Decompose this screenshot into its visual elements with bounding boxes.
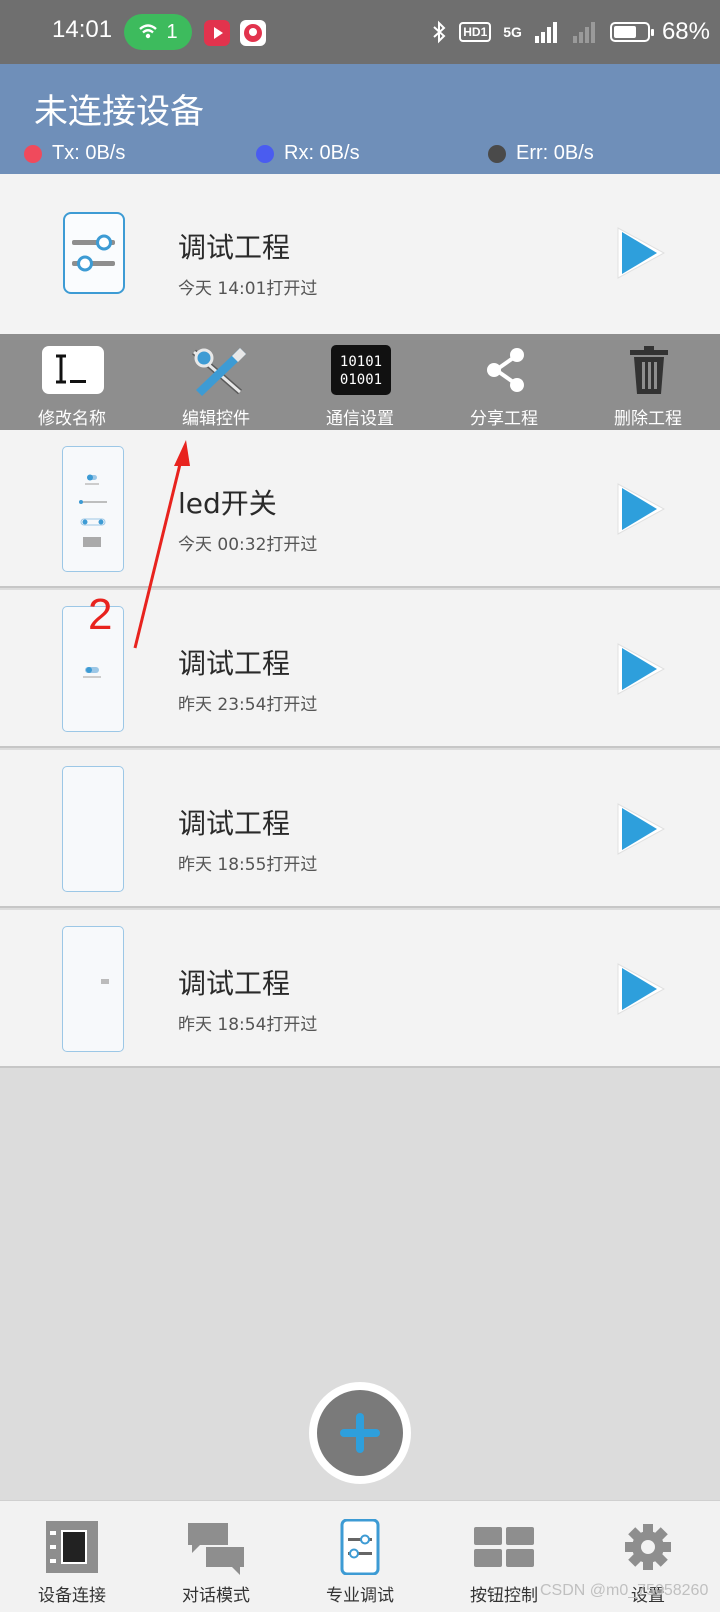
connection-status-title: 未连接设备 — [34, 92, 204, 132]
wifi-hotspot-icon — [139, 24, 158, 39]
trash-icon — [630, 346, 668, 394]
project-row[interactable]: 调试工程 昨天 18:54打开过 — [0, 910, 720, 1068]
nav-device-connect[interactable]: 设备连接 — [0, 1501, 144, 1612]
share-button[interactable]: 分享工程 — [432, 334, 576, 430]
project-name: 调试工程 — [178, 231, 291, 264]
rename-button[interactable]: 修改名称 — [0, 334, 144, 430]
err-stat: Err: 0B/s — [488, 142, 594, 165]
project-opened-time: 昨天 23:54打开过 — [178, 695, 318, 715]
battery-percent: 68% — [661, 18, 710, 45]
bluetooth-icon — [433, 20, 446, 44]
share-label: 分享工程 — [470, 409, 538, 429]
play-icon[interactable] — [612, 960, 668, 1018]
project-action-bar: 修改名称 编辑控件 10101 01001 通信设置 分享工程 删除工程 — [0, 334, 720, 430]
delete-label: 删除工程 — [614, 409, 682, 429]
project-opened-time: 今天 00:32打开过 — [178, 535, 318, 555]
play-icon[interactable] — [612, 800, 668, 858]
gear-icon — [625, 1524, 671, 1570]
nav-chat-mode-label: 对话模式 — [182, 1586, 250, 1606]
play-icon[interactable] — [612, 480, 668, 538]
tx-dot-icon — [24, 144, 42, 163]
add-project-button[interactable] — [309, 1382, 411, 1484]
status-time: 14:01 — [52, 16, 113, 43]
video-app-icon — [204, 20, 230, 46]
hotspot-pill[interactable]: 1 — [124, 14, 192, 50]
rx-stat: Rx: 0B/s — [256, 142, 360, 165]
device-chip-icon — [46, 1521, 98, 1573]
chat-bubbles-icon — [188, 1523, 244, 1575]
edit-controls-label: 编辑控件 — [182, 409, 250, 429]
watermark: CSDN @m0_75058260 — [540, 1582, 709, 1599]
project-opened-time: 昨天 18:55打开过 — [178, 855, 318, 875]
rename-label: 修改名称 — [38, 409, 106, 429]
binary-line-1: 10101 — [340, 354, 382, 370]
project-name: 调试工程 — [178, 967, 291, 1000]
project-opened-time: 今天 14:01打开过 — [178, 279, 318, 299]
hd-badge: HD1 — [459, 22, 492, 42]
play-icon[interactable] — [612, 224, 668, 282]
project-name: led开关 — [178, 487, 277, 520]
project-opened-time: 昨天 18:54打开过 — [178, 1015, 318, 1035]
nav-pro-debug-label: 专业调试 — [326, 1586, 394, 1606]
signal-icon — [534, 22, 557, 43]
text-cursor-icon — [42, 346, 104, 394]
project-thumbnail — [62, 766, 124, 892]
comm-settings-button[interactable]: 10101 01001 通信设置 — [288, 334, 432, 430]
binary-line-2: 01001 — [340, 372, 382, 388]
network-type: 5G — [503, 24, 522, 40]
play-icon[interactable] — [612, 640, 668, 698]
chat-app-icon — [240, 20, 266, 46]
project-thumbnail — [62, 926, 124, 1052]
slider-settings-icon — [340, 1519, 380, 1575]
project-row[interactable]: 调试工程 昨天 18:55打开过 — [0, 750, 720, 908]
nav-device-connect-label: 设备连接 — [38, 1586, 106, 1606]
tx-label: Tx: 0B/s — [52, 142, 126, 164]
delete-button[interactable]: 删除工程 — [576, 334, 720, 430]
project-row[interactable]: led开关 今天 00:32打开过 — [0, 430, 720, 588]
battery-icon — [609, 22, 654, 42]
status-bar: 14:01 1 HD1 5G 68% — [0, 0, 720, 64]
project-name: 调试工程 — [178, 647, 291, 680]
rx-dot-icon — [256, 144, 274, 163]
hotspot-count: 1 — [166, 20, 178, 43]
button-grid-icon — [474, 1527, 534, 1567]
slider-settings-icon — [63, 212, 125, 294]
comm-settings-label: 通信设置 — [326, 409, 394, 429]
annotation-number: 2 — [88, 590, 113, 639]
err-dot-icon — [488, 144, 506, 163]
signal-weak-icon — [572, 22, 595, 43]
project-thumbnail — [62, 446, 124, 572]
project-name: 调试工程 — [178, 807, 291, 840]
err-label: Err: 0B/s — [516, 142, 594, 164]
plus-icon — [340, 1413, 380, 1453]
pencil-ruler-icon — [192, 348, 246, 396]
connection-header: 未连接设备 Tx: 0B/s Rx: 0B/s Err: 0B/s — [0, 64, 720, 174]
project-row[interactable]: 调试工程 今天 14:01打开过 — [0, 174, 720, 334]
binary-code-icon: 10101 01001 — [331, 345, 391, 395]
share-icon — [487, 348, 524, 392]
tx-stat: Tx: 0B/s — [24, 142, 125, 165]
rx-label: Rx: 0B/s — [284, 142, 360, 164]
nav-pro-debug[interactable]: 专业调试 — [288, 1501, 432, 1612]
edit-controls-button[interactable]: 编辑控件 — [144, 334, 288, 430]
nav-chat-mode[interactable]: 对话模式 — [144, 1501, 288, 1612]
